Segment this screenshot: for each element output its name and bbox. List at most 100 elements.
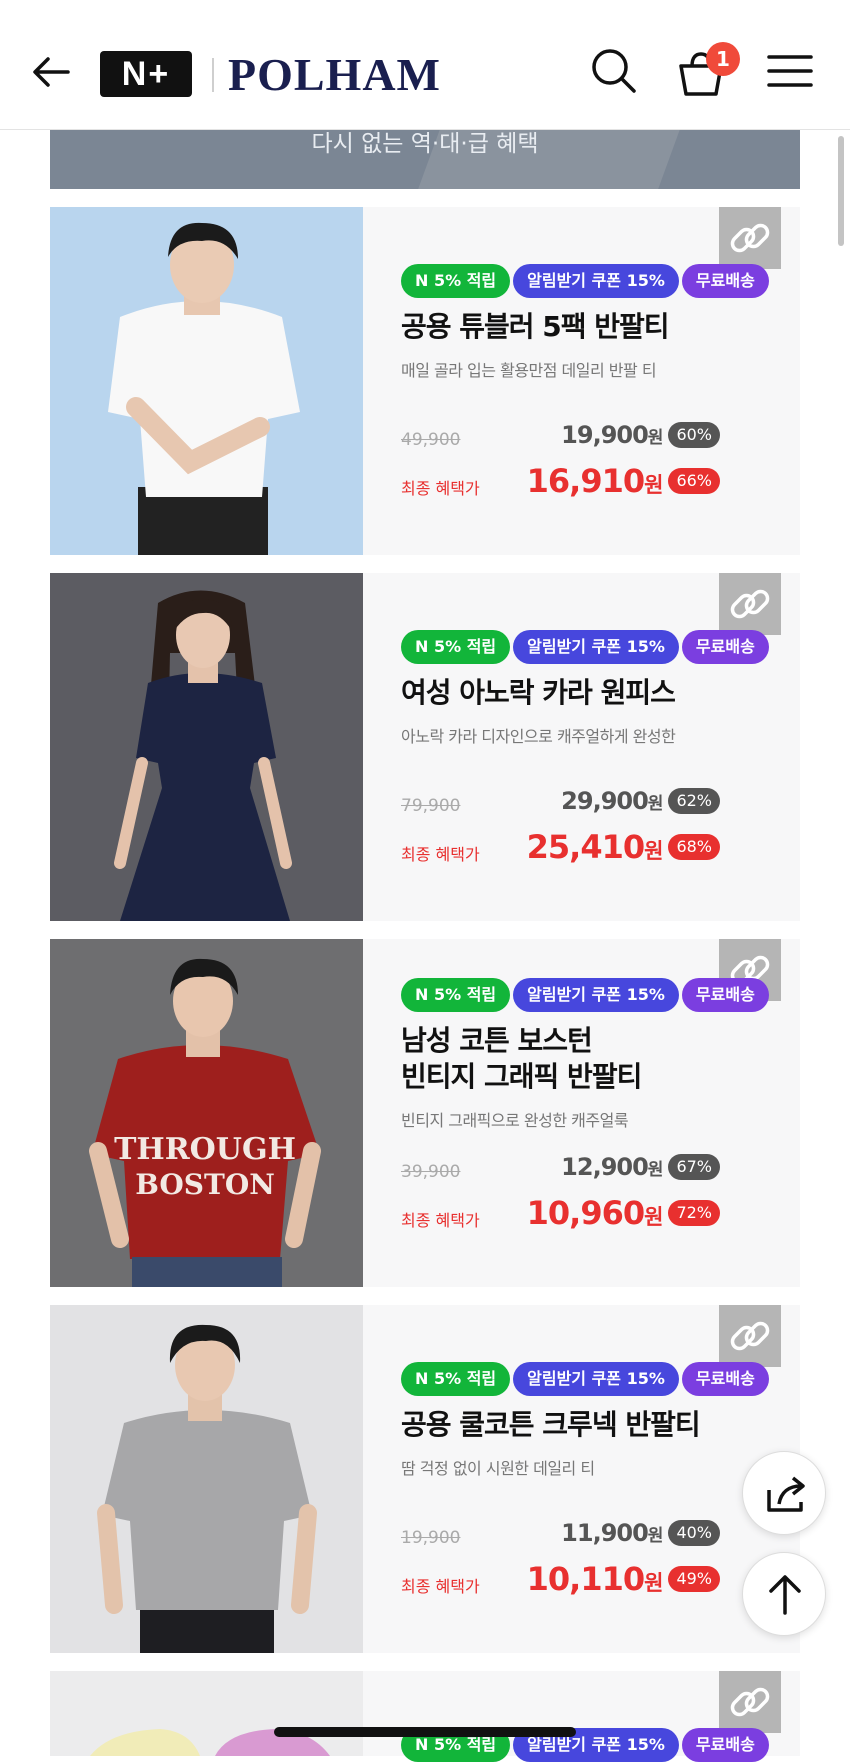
final-price: 25,410원: [526, 828, 664, 866]
final-price: 10,960원: [526, 1194, 664, 1232]
final-price-row: 10,960원 72%: [527, 1194, 720, 1232]
currency-unit: 원: [644, 839, 663, 863]
currency-unit: 원: [647, 428, 664, 448]
home-indicator[interactable]: [274, 1727, 576, 1737]
svg-text:THROUGH: THROUGH: [114, 1132, 296, 1167]
sale-price-value: 11,900: [561, 1519, 649, 1547]
naver-point-tag: N 5% 적립: [401, 1362, 511, 1396]
product-title-line: 공용 튜블러 5팩 반팔티: [401, 310, 670, 343]
currency-unit: 원: [644, 1205, 663, 1229]
product-image[interactable]: [50, 207, 363, 555]
product-description: 아노락 카라 디자인으로 캐주얼하게 완성한: [401, 727, 676, 746]
final-price: 16,910원: [527, 462, 664, 500]
copy-link-button[interactable]: [719, 1671, 781, 1733]
final-price-value: 25,410: [526, 828, 645, 866]
naver-plus-logo[interactable]: N+: [100, 51, 192, 97]
sale-price: 19,900원: [561, 421, 664, 449]
product-image[interactable]: [50, 1671, 363, 1756]
arrow-up-icon: [769, 1575, 801, 1615]
free-shipping-tag: 무료배송: [681, 264, 769, 298]
sale-price: 29,900원: [561, 787, 664, 815]
coupon-tag: 알림받기 쿠폰 15%: [513, 630, 679, 664]
naver-point-tag: N 5% 적립: [401, 630, 511, 664]
final-price: 10,110원: [526, 1560, 664, 1598]
share-button[interactable]: [742, 1451, 826, 1535]
promo-banner[interactable]: 다시 없는 역·대·급 혜택: [50, 124, 800, 189]
sale-price-value: 12,900: [561, 1153, 649, 1181]
discount-badge: 60%: [668, 422, 720, 448]
benefit-tags: N 5% 적립 알림받기 쿠폰 15% 무료배송: [401, 630, 769, 664]
share-icon: [767, 1476, 805, 1512]
back-arrow-icon[interactable]: [30, 50, 74, 94]
coupon-tag: 알림받기 쿠폰 15%: [513, 1362, 679, 1396]
original-price: 19,900: [401, 1528, 461, 1548]
copy-link-button[interactable]: [719, 207, 781, 269]
sale-price-row: 12,900원 67%: [561, 1153, 720, 1181]
product-card[interactable]: N 5% 적립 알림받기 쿠폰 15% 무료배송: [50, 1671, 800, 1762]
currency-unit: 원: [644, 473, 663, 497]
product-card[interactable]: N 5% 적립 알림받기 쿠폰 15% 무료배송 여성 아노락 카라 원피스 아…: [50, 573, 800, 921]
link-icon: [730, 1687, 770, 1717]
currency-unit: 원: [647, 1160, 664, 1180]
copy-link-button[interactable]: [719, 573, 781, 635]
product-card[interactable]: N 5% 적립 알림받기 쿠폰 15% 무료배송 공용 튜블러 5팩 반팔티 매…: [50, 207, 800, 555]
product-description: 빈티지 그래픽으로 완성한 캐주얼룩: [401, 1111, 629, 1130]
scrollbar[interactable]: [838, 136, 844, 246]
free-shipping-tag: 무료배송: [681, 978, 769, 1012]
sale-price: 12,900원: [561, 1153, 664, 1181]
benefit-tags: N 5% 적립 알림받기 쿠폰 15% 무료배송: [401, 1362, 769, 1396]
naver-point-tag: N 5% 적립: [401, 978, 511, 1012]
hamburger-menu-icon[interactable]: [765, 46, 815, 96]
sale-price: 11,900원: [561, 1519, 664, 1547]
coupon-tag: 알림받기 쿠폰 15%: [513, 264, 679, 298]
product-image[interactable]: [50, 1305, 363, 1653]
final-price-value: 10,110: [526, 1560, 645, 1598]
final-price-label: 최종 혜택가: [401, 479, 480, 498]
product-title[interactable]: 공용 쿨코튼 크루넥 반팔티: [401, 1407, 701, 1443]
product-card[interactable]: N 5% 적립 알림받기 쿠폰 15% 무료배송 공용 쿨코튼 크루넥 반팔티 …: [50, 1305, 800, 1653]
sale-price-row: 11,900원 40%: [561, 1519, 720, 1547]
free-shipping-tag: 무료배송: [681, 1728, 769, 1762]
sale-price-row: 29,900원 62%: [561, 787, 720, 815]
product-title[interactable]: 남성 코튼 보스턴 빈티지 그래픽 반팔티: [401, 1023, 642, 1095]
benefit-tags: N 5% 적립 알림받기 쿠폰 15% 무료배송: [401, 264, 769, 298]
sale-price-value: 19,900: [561, 421, 649, 449]
original-price: 79,900: [401, 796, 461, 816]
product-title-line: 남성 코튼 보스턴: [401, 1024, 593, 1057]
final-discount-badge: 66%: [668, 468, 720, 494]
product-title[interactable]: 공용 튜블러 5팩 반팔티: [401, 309, 670, 345]
product-title[interactable]: 여성 아노락 카라 원피스: [401, 675, 676, 711]
final-price-label: 최종 혜택가: [401, 845, 480, 864]
final-discount-badge: 72%: [668, 1200, 720, 1226]
product-card[interactable]: THROUGH BOSTON N 5% 적립 알림받기 쿠폰 15% 무료배송 …: [50, 939, 800, 1287]
product-title-line: 빈티지 그래픽 반팔티: [401, 1060, 642, 1093]
product-image[interactable]: [50, 573, 363, 921]
final-price-row: 16,910원 66%: [527, 462, 720, 500]
sale-price-row: 19,900원 60%: [561, 421, 720, 449]
final-price-row: 25,410원 68%: [527, 828, 720, 866]
final-price-value: 10,960: [526, 1194, 645, 1232]
scroll-to-top-button[interactable]: [742, 1552, 826, 1636]
discount-badge: 67%: [668, 1154, 720, 1180]
product-description: 매일 골라 입는 활용만점 데일리 반팔 티: [401, 361, 657, 380]
original-price: 39,900: [401, 1162, 461, 1182]
logo-divider: [212, 58, 214, 92]
svg-text:BOSTON: BOSTON: [135, 1168, 275, 1201]
original-price: 49,900: [401, 430, 461, 450]
copy-link-button[interactable]: [719, 1305, 781, 1367]
final-price-row: 10,110원 49%: [527, 1560, 720, 1598]
discount-badge: 40%: [668, 1520, 720, 1546]
final-discount-badge: 68%: [668, 834, 720, 860]
currency-unit: 원: [647, 794, 664, 814]
discount-badge: 62%: [668, 788, 720, 814]
brand-logo[interactable]: POLHAM: [228, 48, 441, 101]
naver-point-tag: N 5% 적립: [401, 264, 511, 298]
sale-price-value: 29,900: [561, 787, 649, 815]
search-icon[interactable]: [589, 46, 639, 96]
currency-unit: 원: [647, 1526, 664, 1546]
product-title-line: 공용 쿨코튼 크루넥 반팔티: [401, 1408, 701, 1441]
coupon-tag: 알림받기 쿠폰 15%: [513, 978, 679, 1012]
currency-unit: 원: [644, 1571, 663, 1595]
naver-plus-text: N+: [121, 55, 171, 93]
product-image[interactable]: THROUGH BOSTON: [50, 939, 363, 1287]
